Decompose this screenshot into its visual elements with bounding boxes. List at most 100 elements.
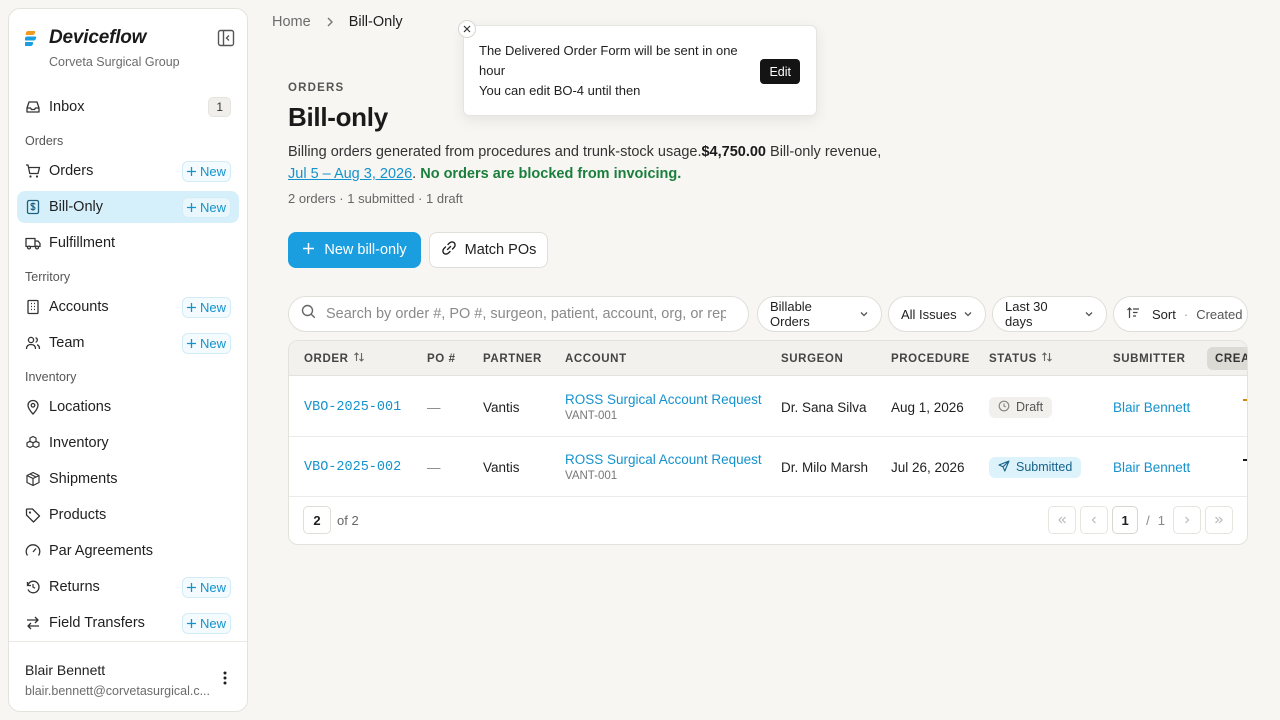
toast-edit-button[interactable]: Edit	[760, 59, 800, 84]
sidebar-item-accounts[interactable]: Accounts New	[17, 291, 239, 323]
building-icon	[25, 299, 41, 315]
new-field-transfer-button[interactable]: New	[181, 612, 231, 634]
status-badge: Submitted	[989, 456, 1082, 478]
org-name: Corveta Surgical Group	[49, 55, 180, 69]
current-page[interactable]: 1	[1112, 506, 1139, 534]
sort-label: Sort	[1152, 306, 1176, 322]
match-pos-button[interactable]: Match POs	[429, 232, 548, 268]
sidebar-item-returns[interactable]: Returns New	[17, 571, 239, 603]
new-label: New	[199, 335, 226, 351]
date-period-filter[interactable]: Last 30 days	[992, 296, 1107, 332]
sidebar-item-inventory[interactable]: Inventory	[17, 427, 239, 459]
more-vertical-icon[interactable]	[217, 670, 233, 686]
sidebar-item-fulfillment[interactable]: Fulfillment	[17, 227, 239, 259]
sidebar-item-products[interactable]: Products	[17, 499, 239, 531]
sidebar-item-team[interactable]: Team New	[17, 327, 239, 359]
chevron-down-icon	[1084, 307, 1094, 322]
submitter-link[interactable]: Blair Bennett	[1113, 400, 1190, 415]
page-size-select[interactable]: 2	[303, 506, 331, 534]
truck-icon	[25, 235, 41, 251]
deviceflow-logo-icon	[23, 30, 42, 47]
account-link[interactable]: ROSS Surgical Account Request	[565, 452, 762, 467]
new-account-button[interactable]: New	[181, 296, 231, 318]
section-label-orders: Orders	[25, 134, 64, 148]
sidebar-collapse-icon[interactable]	[217, 29, 235, 47]
brand[interactable]: Deviceflow	[23, 27, 146, 49]
page-eyebrow: ORDERS	[288, 82, 345, 94]
inbox-count-badge: 1	[208, 97, 231, 117]
col-procedure[interactable]: PROCEDURE	[891, 341, 970, 376]
sidebar-item-label: Field Transfers	[49, 615, 145, 631]
po-number: —	[427, 459, 441, 475]
users-icon	[25, 335, 41, 351]
clock-icon	[998, 400, 1010, 415]
sidebar-item-label: Shipments	[49, 471, 118, 487]
sidebar-item-locations[interactable]: Locations	[17, 391, 239, 423]
account-code: VANT-001	[565, 470, 618, 482]
col-created[interactable]: CREAT	[1207, 347, 1247, 370]
search-box	[288, 296, 749, 332]
sidebar-item-field-transfers[interactable]: Field Transfers New	[17, 607, 239, 639]
new-team-member-button[interactable]: New	[181, 332, 231, 354]
col-order[interactable]: ORDER	[304, 341, 365, 376]
sidebar-item-label: Fulfillment	[49, 235, 116, 251]
order-number-link[interactable]: VBO-2025-002	[304, 460, 401, 475]
new-bill-only-button[interactable]: New	[181, 196, 231, 218]
user-profile[interactable]: Blair Bennett blair.bennett@corvetasurgi…	[9, 641, 247, 711]
date-range-period: .	[412, 166, 417, 182]
sidebar-item-par-agreements[interactable]: Par Agreements	[17, 535, 239, 567]
sidebar-item-label: Returns	[49, 579, 100, 595]
map-pin-icon	[25, 399, 41, 415]
table-row[interactable]: VBO-2025-002 — Vantis ROSS Surgical Acco…	[289, 437, 1247, 497]
order-number-link[interactable]: VBO-2025-001	[304, 400, 401, 415]
col-partner[interactable]: PARTNER	[483, 341, 542, 376]
col-account[interactable]: ACCOUNT	[565, 341, 627, 376]
new-bill-only-primary-button[interactable]: New bill-only	[288, 232, 421, 268]
new-label: New	[199, 163, 226, 179]
billable-orders-filter[interactable]: Billable Orders	[757, 296, 882, 332]
col-po[interactable]: PO #	[427, 341, 456, 376]
procedure-date: Aug 1, 2026	[891, 399, 964, 415]
col-status[interactable]: STATUS	[989, 341, 1053, 376]
next-page-icon[interactable]	[1173, 506, 1201, 534]
sidebar-item-shipments[interactable]: Shipments	[17, 463, 239, 495]
last-page-icon[interactable]	[1205, 506, 1233, 534]
new-label: New	[199, 199, 226, 215]
status-label: Submitted	[1016, 460, 1073, 474]
previous-page-icon[interactable]	[1080, 506, 1109, 534]
order-counts: 2 orders · 1 submitted · 1 draft	[288, 191, 463, 206]
user-name: Blair Bennett	[25, 662, 106, 678]
new-return-button[interactable]: New	[181, 576, 231, 598]
first-page-icon[interactable]	[1048, 506, 1077, 534]
link-icon	[441, 240, 457, 260]
col-label: STATUS	[989, 352, 1037, 365]
submitter-link[interactable]: Blair Bennett	[1113, 460, 1190, 475]
col-surgeon[interactable]: SURGEON	[781, 341, 843, 376]
bill-only-table: ORDER PO # PARTNER ACCOUNT SURGEON PROCE…	[288, 340, 1248, 545]
package-icon	[25, 471, 41, 487]
sidebar-item-bill-only[interactable]: Bill-Only New	[17, 191, 239, 223]
account-link[interactable]: ROSS Surgical Account Request	[565, 392, 762, 407]
sort-control[interactable]: Sort · Created	[1113, 296, 1248, 332]
issues-filter[interactable]: All Issues	[888, 296, 986, 332]
row-indicator	[1243, 399, 1247, 401]
sidebar-item-inbox[interactable]: Inbox 1	[17, 91, 239, 123]
col-submitter[interactable]: SUBMITTER	[1113, 341, 1185, 376]
breadcrumb-home[interactable]: Home	[272, 14, 311, 30]
plus-icon	[302, 242, 315, 259]
sidebar-item-orders[interactable]: Orders New	[17, 155, 239, 187]
col-label: ORDER	[304, 352, 349, 365]
gauge-icon	[25, 543, 41, 559]
breadcrumb: Home Bill-Only	[272, 14, 403, 30]
table-row[interactable]: VBO-2025-001 — Vantis ROSS Surgical Acco…	[289, 377, 1247, 437]
invoice-status-text: No orders are blocked from invoicing.	[420, 166, 682, 182]
close-icon[interactable]	[458, 20, 476, 38]
table-footer: 2 of 2 1 / 1	[289, 497, 1247, 544]
status-label: Draft	[1016, 400, 1044, 414]
new-order-button[interactable]: New	[181, 160, 231, 182]
description-text: Billing orders generated from procedures…	[288, 144, 702, 160]
table-header: ORDER PO # PARTNER ACCOUNT SURGEON PROCE…	[289, 341, 1247, 376]
search-input[interactable]	[326, 306, 726, 322]
date-range-link[interactable]: Jul 5 – Aug 3, 2026	[288, 166, 412, 182]
sort-separator: ·	[1183, 306, 1189, 322]
